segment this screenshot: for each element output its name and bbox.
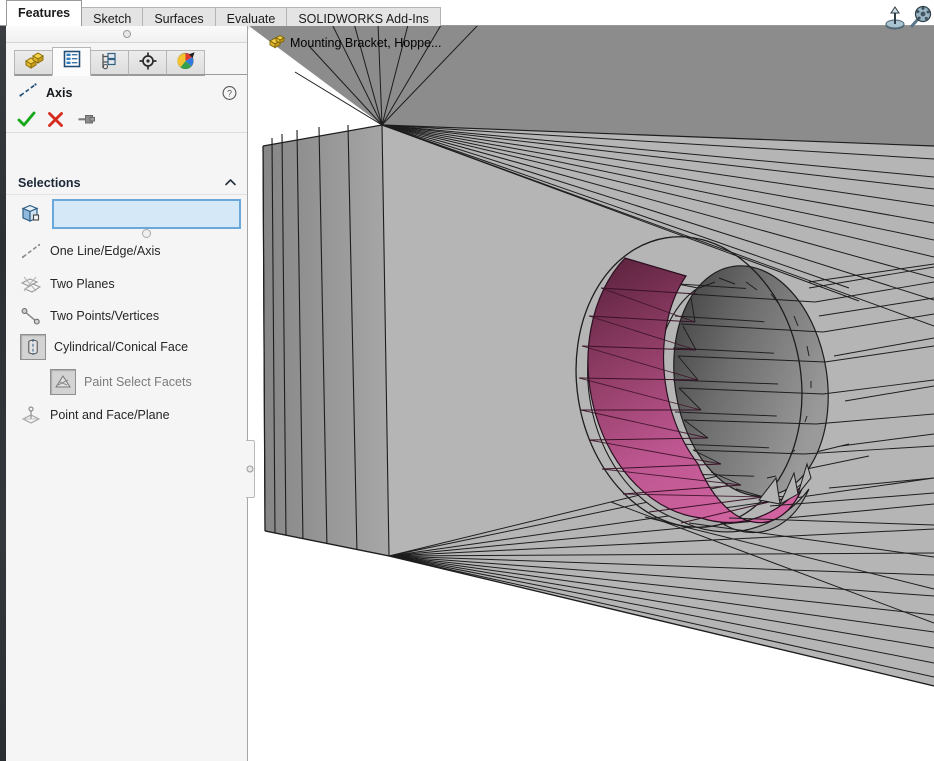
ok-button[interactable]: [17, 110, 47, 130]
feature-manager-design-tree-tab[interactable]: [14, 50, 53, 76]
option-point-and-face-plane[interactable]: Point and Face/Plane: [6, 400, 247, 430]
property-manager-action-bar: [6, 107, 247, 133]
selections-group-title: Selections: [18, 175, 81, 190]
panel-top-split-bar[interactable]: [6, 26, 247, 43]
option-two-points-vertices[interactable]: Two Points/Vertices: [6, 301, 247, 331]
option-label: Point and Face/Plane: [50, 408, 170, 422]
point-and-face-plane-icon: [20, 404, 42, 426]
display-manager-tab[interactable]: [166, 50, 205, 76]
option-label: Two Planes: [50, 277, 115, 291]
option-label: Cylindrical/Conical Face: [54, 340, 189, 354]
pushpin-icon[interactable]: [77, 110, 107, 130]
property-manager-header: Axis ?: [6, 78, 247, 107]
blue-list-icon: [63, 50, 81, 73]
axis-icon: [18, 82, 38, 103]
cylindrical-conical-face-icon: [20, 334, 46, 360]
property-manager-tab[interactable]: [52, 47, 91, 76]
command-tabs: Features Sketch Surfaces Evaluate SOLIDW…: [6, 0, 441, 29]
one-line-edge-axis-icon: [20, 240, 42, 262]
view-orientation-icon[interactable]: [908, 5, 932, 36]
manager-tab-underline: [14, 74, 247, 75]
dimxpert-manager-tab[interactable]: [128, 50, 167, 76]
page-title: Axis: [46, 85, 73, 100]
color-sphere-icon: [176, 51, 196, 76]
property-manager-panel: Axis ? Selections One Line/Edge/Axis Two…: [6, 26, 248, 761]
two-planes-icon: [20, 273, 42, 295]
configuration-manager-tab[interactable]: [90, 50, 129, 76]
option-label: Paint Select Facets: [84, 375, 192, 389]
solidworks-window: Features Sketch Surfaces Evaluate SOLIDW…: [0, 0, 934, 761]
panel-splitter-dot: [246, 465, 254, 473]
selections-group-header[interactable]: Selections: [6, 171, 247, 195]
option-label: One Line/Edge/Axis: [50, 244, 161, 258]
graphics-viewport[interactable]: Mounting Bracket, Hoppe...: [249, 26, 934, 761]
help-question-icon[interactable]: ?: [222, 85, 237, 100]
option-one-line-edge-axis[interactable]: One Line/Edge/Axis: [6, 236, 247, 266]
tab-features[interactable]: Features: [6, 0, 83, 26]
option-label: Two Points/Vertices: [50, 309, 160, 323]
reference-entities-input[interactable]: [52, 199, 241, 229]
model-3d-view[interactable]: [249, 26, 934, 761]
command-manager-tab-bar: Features Sketch Surfaces Evaluate SOLIDW…: [0, 0, 934, 29]
yellow-blocks-icon: [24, 51, 44, 75]
manager-tab-strip: [14, 46, 205, 76]
left-edge-rail: [0, 26, 6, 761]
paint-select-facets-icon: [50, 369, 76, 395]
configuration-icon: [100, 52, 120, 75]
reference-entities-icon: [18, 202, 42, 226]
two-points-vertices-icon: [20, 305, 42, 327]
option-cylindrical-conical-face[interactable]: Cylindrical/Conical Face: [6, 332, 247, 362]
chevron-up-icon[interactable]: [224, 176, 237, 189]
reference-entities-row: [6, 195, 247, 233]
option-paint-select-facets[interactable]: Paint Select Facets: [6, 367, 247, 397]
crosshair-target-icon: [138, 51, 158, 76]
svg-text:?: ?: [227, 88, 232, 98]
panel-split-handle-dot: [123, 30, 131, 38]
normal-to-icon[interactable]: [884, 5, 906, 36]
option-two-planes[interactable]: Two Planes: [6, 269, 247, 299]
panel-splitter-handle[interactable]: [246, 440, 255, 498]
cancel-button[interactable]: [47, 110, 77, 130]
